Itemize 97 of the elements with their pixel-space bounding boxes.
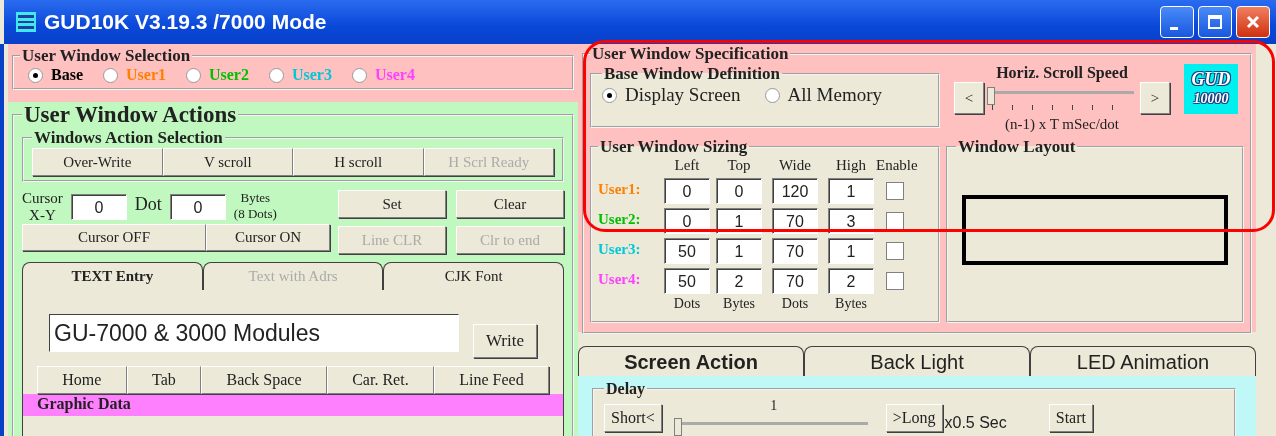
app-icon	[16, 12, 36, 32]
tab[interactable]: LED Animation	[1030, 346, 1256, 376]
column-header: Wide	[778, 157, 812, 174]
unit-label: Bytes	[240, 190, 271, 206]
group-title: User Window Specification	[591, 44, 790, 64]
action-button[interactable]: V scroll	[162, 148, 293, 176]
column-header: High	[835, 157, 867, 174]
slider-title: Horiz. Scroll Speed	[996, 64, 1128, 82]
input-field[interactable]: 1	[716, 238, 762, 264]
input-field[interactable]: 2	[716, 268, 762, 294]
logo: GUD 10000	[1184, 64, 1238, 114]
unit-label: Dots	[780, 296, 810, 312]
column-header: Enable	[876, 157, 919, 174]
input-field[interactable]: 70	[772, 208, 818, 234]
group-title: User Window Actions	[23, 102, 238, 128]
cursor-button[interactable]: Cursor OFF	[22, 224, 206, 251]
tab[interactable]: TEXT Entry	[22, 262, 203, 290]
cursor-button[interactable]: Cursor ON	[206, 224, 330, 251]
row-label: User2:	[598, 210, 642, 228]
radio-button[interactable]	[602, 87, 617, 103]
column-header: Top	[726, 157, 752, 174]
cursor-button[interactable]: Clear	[456, 190, 564, 218]
slider-thumb[interactable]	[986, 87, 995, 105]
close-button[interactable]	[1236, 6, 1270, 38]
group-title: Graphic Data	[37, 395, 131, 412]
unit-label: (8 Dots)	[233, 206, 277, 222]
write-button[interactable]: Write	[473, 324, 537, 358]
column-header: Left	[673, 157, 701, 174]
short-button[interactable]: Short<	[604, 404, 662, 432]
input-field[interactable]: 0	[169, 194, 226, 220]
action-button[interactable]: H scroll	[293, 148, 424, 176]
slider-caption: (n-1) x T mSec/dot	[1005, 116, 1119, 133]
slider-value: 1	[770, 398, 778, 414]
text-input[interactable]: GU-7000 & 3000 Modules	[49, 314, 459, 352]
input-field[interactable]: 1	[828, 178, 874, 204]
checkbox[interactable]	[886, 212, 904, 230]
checkbox[interactable]	[886, 242, 904, 260]
input-field[interactable]: 0	[664, 208, 710, 234]
action-button[interactable]: Over-Write	[32, 148, 163, 176]
maximize-icon	[1205, 12, 1225, 32]
group-title: Window Layout	[957, 137, 1077, 157]
tab[interactable]: Screen Action	[578, 346, 804, 376]
input-field[interactable]: 1	[828, 238, 874, 264]
group-title: User Window Selection	[21, 46, 192, 66]
radio-button[interactable]	[186, 67, 201, 83]
radio-button[interactable]	[103, 67, 118, 83]
field-label: X-Y	[29, 207, 56, 224]
cursor-button[interactable]: Set	[338, 190, 446, 218]
checkbox[interactable]	[886, 182, 904, 200]
tab[interactable]: Back Light	[804, 346, 1030, 376]
minimize-icon	[1170, 26, 1178, 30]
unit-label: Dots	[672, 296, 702, 312]
tab[interactable]: CJK Font	[383, 262, 564, 290]
input-field[interactable]: 0	[70, 194, 127, 220]
group-title: Delay	[605, 380, 647, 398]
row-label: User1:	[598, 180, 642, 198]
radio-label[interactable]: Display Screen	[625, 84, 741, 106]
long-button[interactable]: >Long	[885, 404, 943, 432]
input-field[interactable]: 50	[664, 268, 710, 294]
input-field[interactable]: 0	[664, 178, 710, 204]
radio-button[interactable]	[268, 67, 284, 83]
start-button[interactable]: Start	[1048, 404, 1093, 432]
input-field[interactable]: 70	[772, 268, 818, 294]
field-label: Dot	[134, 194, 162, 215]
row-label: User4:	[598, 270, 642, 288]
increase-button[interactable]: >	[1140, 82, 1170, 114]
decrease-button[interactable]: <	[954, 82, 984, 114]
radio-label[interactable]: All Memory	[787, 84, 883, 106]
radio-button[interactable]	[28, 67, 43, 83]
input-field[interactable]: 70	[772, 238, 818, 264]
unit-label: Bytes	[722, 296, 756, 312]
radio-label[interactable]: Base	[51, 66, 83, 84]
group-title: User Window Sizing	[599, 137, 749, 157]
input-field[interactable]: 3	[828, 208, 874, 234]
minimize-button[interactable]	[1160, 6, 1194, 38]
control-button[interactable]: Home	[37, 366, 127, 394]
checkbox[interactable]	[886, 272, 904, 290]
control-button[interactable]: Line Feed	[433, 366, 549, 394]
input-field[interactable]: 1	[716, 208, 762, 234]
input-field[interactable]: 2	[828, 268, 874, 294]
control-button[interactable]: Back Space	[201, 366, 327, 394]
input-field[interactable]: 120	[772, 178, 818, 204]
group-title: Base Window Definition	[603, 64, 782, 84]
radio-button[interactable]	[764, 87, 780, 103]
input-field[interactable]: 50	[664, 238, 710, 264]
control-button[interactable]: Car. Ret.	[326, 366, 434, 394]
control-button[interactable]: Tab	[126, 366, 202, 394]
maximize-button[interactable]	[1198, 6, 1232, 38]
input-field[interactable]: 0	[716, 178, 762, 204]
unit-label: x0.5 Sec	[944, 414, 1007, 432]
group-title: Windows Action Selection	[33, 128, 224, 148]
slider-thumb[interactable]	[673, 418, 682, 436]
field-label: Cursor	[22, 190, 63, 207]
radio-button[interactable]	[351, 67, 367, 83]
window-title: GUD10K V3.19.3 /7000 Mode	[44, 10, 328, 34]
unit-label: Bytes	[834, 296, 868, 312]
row-label: User3:	[598, 240, 642, 258]
